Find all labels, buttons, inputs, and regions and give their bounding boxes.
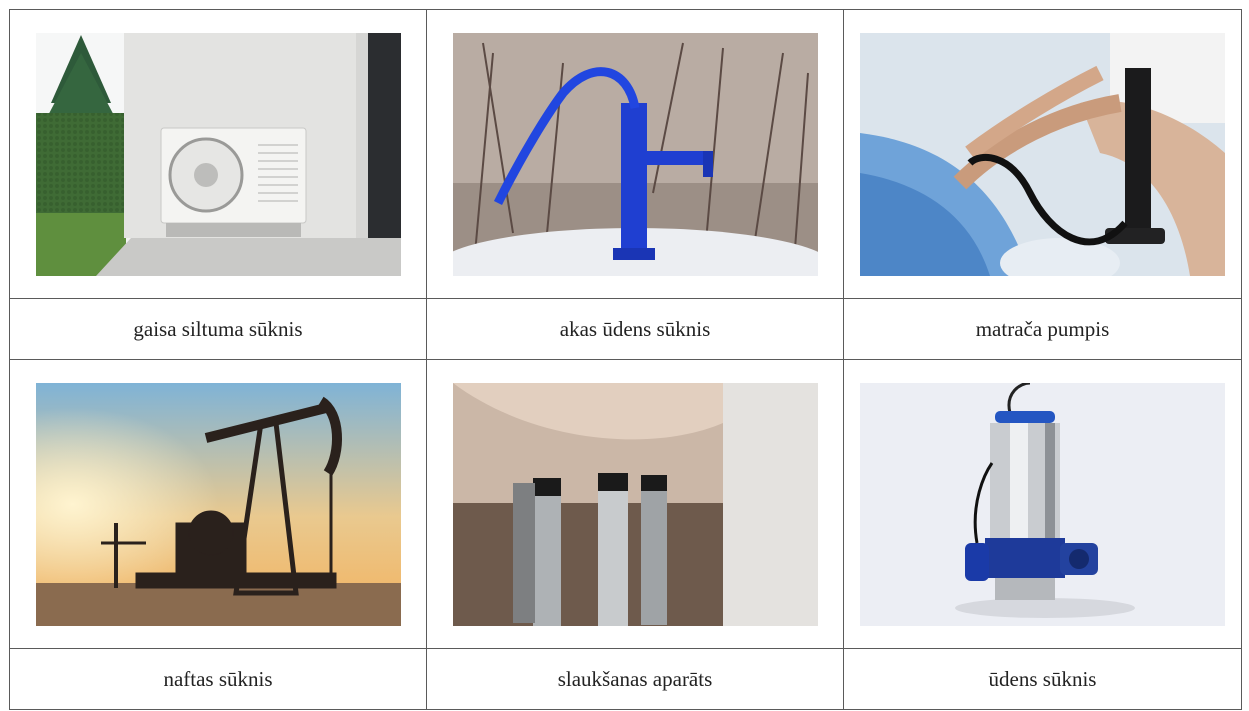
air-source-heat-pump-photo — [35, 32, 401, 276]
cell-well-pump-image — [426, 9, 844, 299]
caption-air-heat-pump: gaisa siltuma sūknis — [133, 316, 303, 341]
image-row-2 — [9, 359, 1242, 649]
cell-caption-4: naftas sūknis — [9, 648, 427, 710]
pump-image-table: gaisa siltuma sūknis akas ūdens sūknis m… — [9, 9, 1242, 710]
cell-caption-2: akas ūdens sūknis — [426, 298, 844, 360]
cell-water-pump-image — [843, 359, 1242, 649]
caption-mattress-pump: matrača pumpis — [975, 316, 1110, 341]
cell-mattress-pump-image — [843, 9, 1242, 299]
submersible-water-pump-photo — [860, 382, 1225, 626]
caption-row-2: naftas sūknis slaukšanas aparāts ūdens s… — [9, 648, 1242, 710]
cell-caption-3: matrača pumpis — [843, 298, 1242, 360]
cell-air-heat-pump-image — [9, 9, 427, 299]
cell-oil-pump-image — [9, 359, 427, 649]
mattress-air-pump-photo — [860, 32, 1225, 276]
cell-caption-6: ūdens sūknis — [843, 648, 1242, 710]
hand-water-well-pump-photo — [452, 32, 818, 276]
caption-well-pump: akas ūdens sūknis — [559, 316, 711, 341]
milking-machine-photo — [452, 382, 818, 626]
caption-oil-pump: naftas sūknis — [163, 666, 273, 691]
image-row-1 — [9, 9, 1242, 299]
cell-milking-machine-image — [426, 359, 844, 649]
cell-caption-1: gaisa siltuma sūknis — [9, 298, 427, 360]
caption-water-pump: ūdens sūknis — [988, 666, 1097, 691]
caption-milking-machine: slaukšanas aparāts — [557, 666, 713, 691]
cell-caption-5: slaukšanas aparāts — [426, 648, 844, 710]
oil-pumpjack-photo — [35, 382, 401, 626]
caption-row-1: gaisa siltuma sūknis akas ūdens sūknis m… — [9, 298, 1242, 360]
